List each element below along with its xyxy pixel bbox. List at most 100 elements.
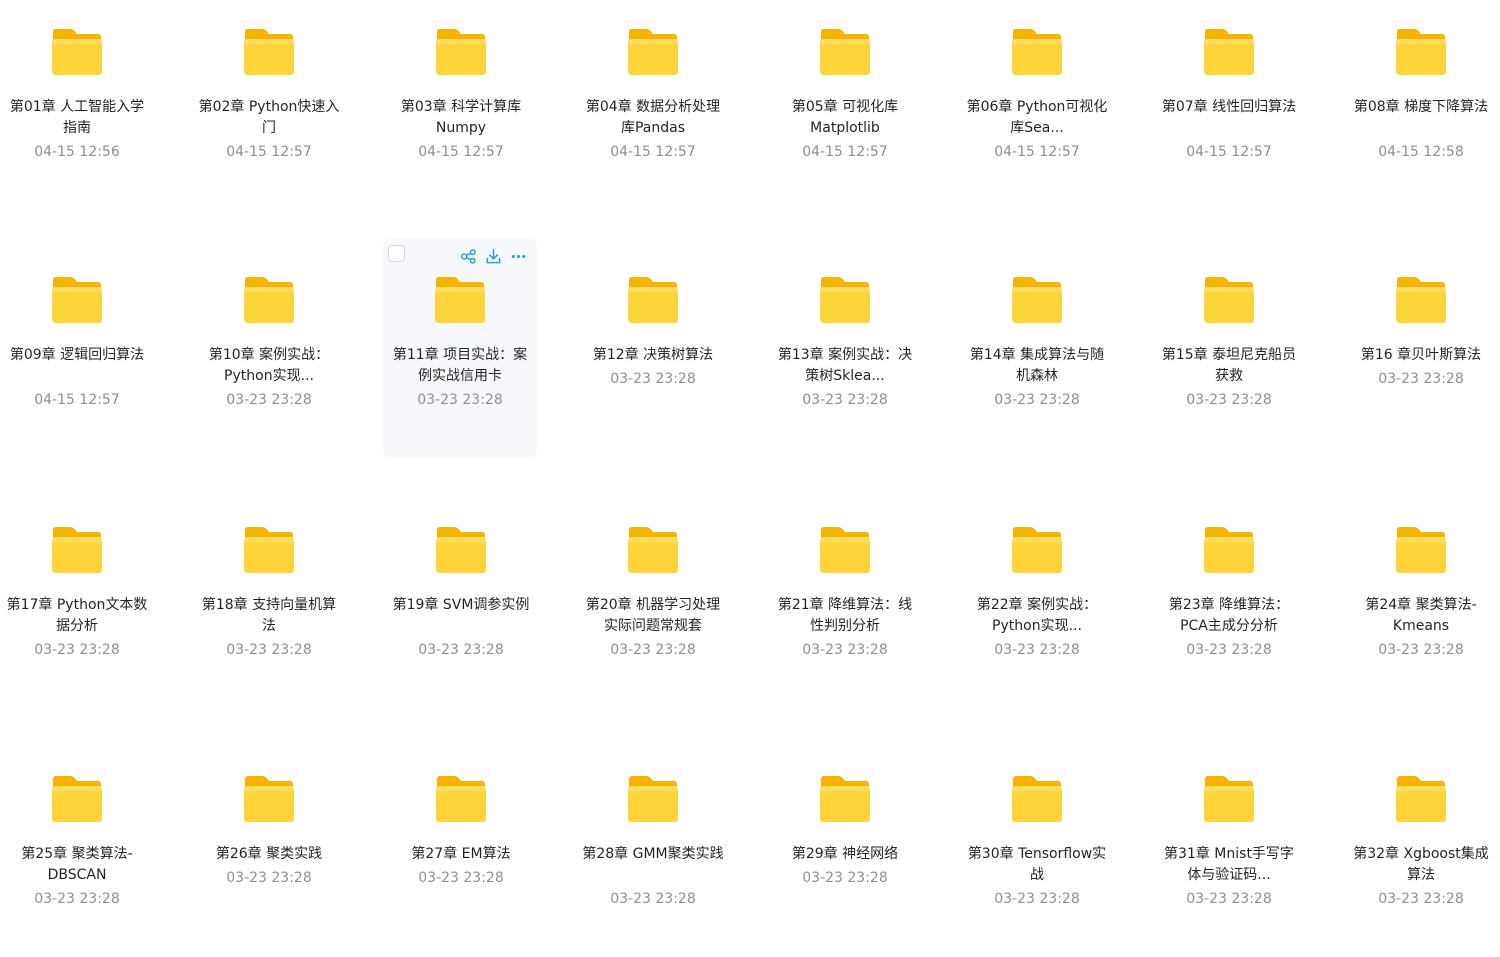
folder-icon: [817, 773, 873, 825]
folder-name[interactable]: 第02章 Python快速入门: [192, 97, 346, 139]
folder-item[interactable]: 第06章 Python可视化库Sea... 04-15 12:57: [960, 0, 1114, 210]
folder-item[interactable]: 第03章 科学计算库Numpy 04-15 12:57: [384, 0, 538, 210]
folder-modified-time: 03-23 23:28: [802, 870, 888, 886]
folder-item[interactable]: 第17章 Python文本数据分析 03-23 23:28: [0, 488, 154, 708]
folder-modified-time: 03-23 23:28: [34, 891, 120, 907]
folder-icon: [1201, 274, 1257, 326]
hover-actions: [460, 248, 527, 265]
folder-item[interactable]: 第16 章贝叶斯算法 03-23 23:28: [1344, 238, 1498, 458]
folder-item[interactable]: 第14章 集成算法与随机森林 03-23 23:28: [960, 238, 1114, 458]
folder-name[interactable]: 第26章 聚类实践: [192, 844, 346, 865]
folder-icon: [241, 274, 297, 326]
folder-name[interactable]: 第04章 数据分析处理库Pandas: [576, 97, 730, 139]
folder-item[interactable]: 第13章 案例实战：决策树Sklea... 03-23 23:28: [768, 238, 922, 458]
folder-name[interactable]: 第22章 案例实战：Python实现...: [960, 595, 1114, 637]
folder-icon: [817, 26, 873, 78]
folder-item[interactable]: 第26章 聚类实践 03-23 23:28: [192, 737, 346, 957]
folder-name[interactable]: 第23章 降维算法：PCA主成分分析: [1152, 595, 1306, 637]
folder-item[interactable]: 第11章 项目实战：案例实战信用卡 03-23 23:28: [383, 238, 537, 458]
folder-name[interactable]: 第21章 降维算法：线性判别分析: [768, 595, 922, 637]
folder-name[interactable]: 第07章 线性回归算法: [1152, 97, 1306, 118]
folder-name[interactable]: 第08章 梯度下降算法: [1344, 97, 1498, 118]
folder-item[interactable]: 第12章 决策树算法 03-23 23:28: [576, 238, 730, 458]
folder-name[interactable]: 第11章 项目实战：案例实战信用卡: [383, 345, 537, 387]
folder-modified-time: 04-15 12:57: [418, 144, 504, 160]
folder-name[interactable]: 第06章 Python可视化库Sea...: [960, 97, 1114, 139]
folder-name[interactable]: 第03章 科学计算库Numpy: [384, 97, 538, 139]
folder-name[interactable]: 第20章 机器学习处理实际问题常规套: [576, 595, 730, 637]
folder-modified-time: 03-23 23:28: [418, 642, 504, 658]
folder-name[interactable]: 第28章 GMM聚类实践: [576, 844, 730, 865]
folder-item[interactable]: 第19章 SVM调参实例 03-23 23:28: [384, 488, 538, 708]
folder-item[interactable]: 第05章 可视化库Matplotlib 04-15 12:57: [768, 0, 922, 210]
folder-item[interactable]: 第01章 人工智能入学指南 04-15 12:56: [0, 0, 154, 210]
select-checkbox[interactable]: [388, 245, 405, 262]
folder-icon: [625, 773, 681, 825]
folder-name[interactable]: 第14章 集成算法与随机森林: [960, 345, 1114, 387]
folder-icon: [1393, 274, 1449, 326]
folder-icon: [49, 274, 105, 326]
folder-item[interactable]: 第28章 GMM聚类实践 03-23 23:28: [576, 737, 730, 957]
download-icon[interactable]: [485, 248, 502, 265]
folder-item[interactable]: 第22章 案例实战：Python实现... 03-23 23:28: [960, 488, 1114, 708]
folder-modified-time: 03-23 23:28: [1378, 891, 1464, 907]
folder-modified-time: 03-23 23:28: [994, 642, 1080, 658]
folder-name[interactable]: 第30章 Tensorflow实战: [960, 844, 1114, 886]
more-icon[interactable]: [510, 248, 527, 265]
folder-item[interactable]: 第09章 逻辑回归算法 04-15 12:57: [0, 238, 154, 458]
folder-name[interactable]: 第10章 案例实战：Python实现...: [192, 345, 346, 387]
folder-name[interactable]: 第12章 决策树算法: [576, 345, 730, 366]
folder-item[interactable]: 第23章 降维算法：PCA主成分分析 03-23 23:28: [1152, 488, 1306, 708]
folder-name[interactable]: 第17章 Python文本数据分析: [0, 595, 154, 637]
folder-modified-time: 03-23 23:28: [226, 642, 312, 658]
folder-modified-time: 04-15 12:57: [1186, 144, 1272, 160]
folder-modified-time: 03-23 23:28: [226, 870, 312, 886]
folder-name[interactable]: 第29章 神经网络: [768, 844, 922, 865]
folder-item[interactable]: 第30章 Tensorflow实战 03-23 23:28: [960, 737, 1114, 957]
folder-name[interactable]: 第25章 聚类算法-DBSCAN: [0, 844, 154, 886]
folder-item[interactable]: 第07章 线性回归算法 04-15 12:57: [1152, 0, 1306, 210]
folder-item[interactable]: 第10章 案例实战：Python实现... 03-23 23:28: [192, 238, 346, 458]
folder-modified-time: 03-23 23:28: [610, 642, 696, 658]
folder-item[interactable]: 第15章 泰坦尼克船员获救 03-23 23:28: [1152, 238, 1306, 458]
folder-modified-time: 04-15 12:56: [34, 144, 120, 160]
folder-name[interactable]: 第18章 支持向量机算法: [192, 595, 346, 637]
folder-item[interactable]: 第27章 EM算法 03-23 23:28: [384, 737, 538, 957]
folder-icon: [1393, 524, 1449, 576]
folder-icon: [1009, 274, 1065, 326]
folder-item[interactable]: 第18章 支持向量机算法 03-23 23:28: [192, 488, 346, 708]
folder-modified-time: 04-15 12:57: [226, 144, 312, 160]
folder-item[interactable]: 第21章 降维算法：线性判别分析 03-23 23:28: [768, 488, 922, 708]
folder-name[interactable]: 第24章 聚类算法-Kmeans: [1344, 595, 1498, 637]
folder-item[interactable]: 第20章 机器学习处理实际问题常规套 03-23 23:28: [576, 488, 730, 708]
folder-icon: [625, 524, 681, 576]
folder-name[interactable]: 第01章 人工智能入学指南: [0, 97, 154, 139]
folder-item[interactable]: 第32章 Xgboost集成算法 03-23 23:28: [1344, 737, 1498, 957]
folder-name[interactable]: 第19章 SVM调参实例: [384, 595, 538, 616]
folder-modified-time: 03-23 23:28: [1186, 891, 1272, 907]
share-icon[interactable]: [460, 248, 477, 265]
folder-name[interactable]: 第16 章贝叶斯算法: [1344, 345, 1498, 366]
folder-icon: [1393, 26, 1449, 78]
folder-modified-time: 03-23 23:28: [1186, 392, 1272, 408]
folder-item[interactable]: 第02章 Python快速入门 04-15 12:57: [192, 0, 346, 210]
folder-name[interactable]: 第15章 泰坦尼克船员获救: [1152, 345, 1306, 387]
folder-modified-time: 04-15 12:57: [994, 144, 1080, 160]
folder-name[interactable]: 第05章 可视化库Matplotlib: [768, 97, 922, 139]
folder-icon: [433, 524, 489, 576]
folder-icon: [1009, 524, 1065, 576]
folder-name[interactable]: 第13章 案例实战：决策树Sklea...: [768, 345, 922, 387]
folder-name[interactable]: 第09章 逻辑回归算法: [0, 345, 154, 366]
folder-item[interactable]: 第08章 梯度下降算法 04-15 12:58: [1344, 0, 1498, 210]
folder-modified-time: 03-23 23:28: [610, 371, 696, 387]
folder-name[interactable]: 第32章 Xgboost集成算法: [1344, 844, 1498, 886]
folder-modified-time: 04-15 12:58: [1378, 144, 1464, 160]
folder-item[interactable]: 第04章 数据分析处理库Pandas 04-15 12:57: [576, 0, 730, 210]
folder-item[interactable]: 第24章 聚类算法-Kmeans 03-23 23:28: [1344, 488, 1498, 708]
folder-name[interactable]: 第27章 EM算法: [384, 844, 538, 865]
folder-name[interactable]: 第31章 Mnist手写字体与验证码...: [1152, 844, 1306, 886]
folder-modified-time: 03-23 23:28: [418, 870, 504, 886]
folder-item[interactable]: 第31章 Mnist手写字体与验证码... 03-23 23:28: [1152, 737, 1306, 957]
folder-item[interactable]: 第29章 神经网络 03-23 23:28: [768, 737, 922, 957]
folder-item[interactable]: 第25章 聚类算法-DBSCAN 03-23 23:28: [0, 737, 154, 957]
